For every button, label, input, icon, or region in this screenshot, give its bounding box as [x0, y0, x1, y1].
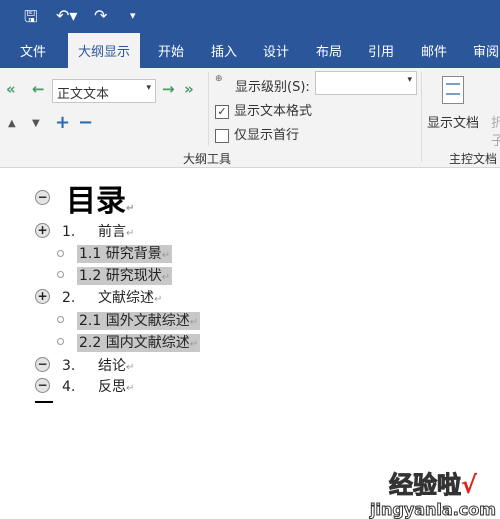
promote-to-heading1-icon[interactable]: « — [6, 80, 16, 98]
collapse-subdocuments-button[interactable]: 折 — [491, 112, 500, 131]
chevron-down-icon: ▾ — [146, 83, 151, 93]
expand-icon[interactable]: + — [55, 112, 70, 133]
outline-item: 1. 前言↵ — [62, 224, 135, 240]
demote-to-body-icon[interactable]: » — [184, 80, 194, 98]
move-down-icon[interactable]: ▼ — [32, 118, 40, 129]
checkmark-icon: ✓ — [215, 104, 229, 119]
tab-layout[interactable]: 布局 — [316, 41, 342, 60]
outline-item: 2.1 国外文献综述↵ — [77, 312, 201, 330]
outline-item: 2.2 国内文献综述↵ — [77, 334, 201, 352]
undo-icon[interactable]: ↶▾ — [56, 6, 77, 25]
chevron-down-icon: ▾ — [407, 75, 412, 85]
tab-file[interactable]: 文件 — [20, 41, 46, 60]
show-level-label: 显示级别(S): — [235, 80, 310, 95]
outline-item: 1.2 研究现状↵ — [77, 267, 173, 285]
outline-item: 1.1 研究背景↵ — [77, 245, 173, 263]
divider — [421, 72, 422, 162]
tab-references[interactable]: 引用 — [368, 41, 394, 60]
tab-mailings[interactable]: 邮件 — [421, 41, 447, 60]
customize-icon[interactable]: ▾ — [130, 9, 136, 22]
quick-access-toolbar: 🖫 ↶▾ ↷ ▾ — [0, 0, 500, 33]
body-text-bullet — [57, 316, 64, 323]
group-label-outline-tools: 大纲工具 — [183, 152, 232, 166]
collapse-icon[interactable]: − — [35, 190, 50, 205]
promote-icon[interactable]: ← — [32, 80, 45, 98]
outline-item: 3. 结论↵ — [62, 358, 135, 374]
redo-icon[interactable]: ↷ — [94, 6, 107, 25]
ribbon: « ← 正文文本 ▾ → » ▲ ▼ + − ⊕ 显示级别(S): ▾ ✓ 显示文本… — [0, 68, 500, 168]
outline-item: 4. 反思↵ — [62, 379, 135, 395]
show-text-format-checkbox[interactable]: ✓ 显示文本格式 — [215, 100, 312, 119]
expand-icon[interactable]: + — [35, 223, 50, 238]
group-label-master-document: 主控文档 — [449, 152, 498, 166]
show-document-icon — [442, 76, 464, 104]
checkbox-box — [215, 128, 229, 143]
tab-home[interactable]: 开始 — [158, 41, 184, 60]
save-icon[interactable]: 🖫 — [24, 6, 38, 33]
divider — [208, 72, 209, 146]
expand-icon[interactable]: + — [35, 289, 50, 304]
ribbon-tabs: 文件 大纲显示 开始 插入 设计 布局 引用 邮件 审阅 — [0, 33, 500, 68]
collapse-icon[interactable]: − — [35, 378, 50, 393]
collapse-icon[interactable]: − — [78, 112, 93, 133]
move-up-icon[interactable]: ▲ — [8, 118, 16, 129]
body-text-bullet — [57, 271, 64, 278]
first-line-only-checkbox[interactable]: 仅显示首行 — [215, 124, 299, 143]
demote-icon[interactable]: → — [162, 80, 175, 98]
tab-insert[interactable]: 插入 — [211, 41, 237, 60]
end-of-document-marker — [35, 401, 53, 403]
tab-review[interactable]: 审阅 — [473, 41, 499, 60]
collapse-icon[interactable]: − — [35, 357, 50, 372]
body-text-bullet — [57, 250, 64, 257]
outline-level-select[interactable]: 正文文本 ▾ — [52, 79, 156, 103]
heading-title: 目录↵ — [66, 184, 135, 219]
show-level-select[interactable]: ▾ — [315, 71, 417, 95]
body-text-bullet — [57, 338, 64, 345]
tab-outline[interactable]: 大纲显示 — [68, 33, 141, 68]
show-level-icon: ⊕ — [215, 74, 223, 84]
outline-item: 2. 文献综述↵ — [62, 290, 163, 306]
collapse-subdocuments-label: 子 — [491, 134, 500, 149]
tab-design[interactable]: 设计 — [263, 41, 289, 60]
show-document-button[interactable]: 显示文档 — [427, 112, 479, 131]
watermark-logo: 经验啦√ jingyanla.com — [370, 471, 497, 519]
